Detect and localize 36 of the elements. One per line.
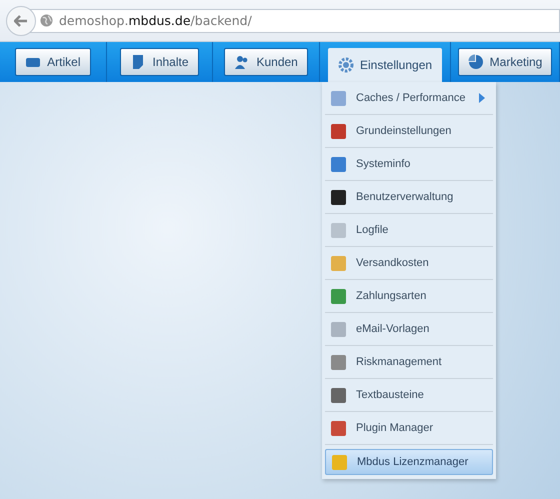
menu-item-icon [331,420,346,436]
address-field[interactable]: demoshop.mbdus.de/backend/ [30,8,560,32]
menu-item[interactable]: Logfile [325,214,493,247]
nav-tab[interactable]: Artikel [15,48,90,76]
menu-item-icon [331,354,346,370]
gear-icon [338,57,354,73]
menu-item-icon [331,90,346,106]
menu-item[interactable]: Caches / Performance [325,82,493,115]
pie-chart-icon [468,54,484,70]
menu-item-icon [332,454,347,470]
menu-item[interactable]: Systeminfo [325,148,493,181]
menu-item[interactable]: Benutzerverwaltung [325,181,493,214]
nav-tab[interactable]: Inhalte [120,48,199,76]
menu-item-icon [331,190,346,204]
nav-tab[interactable]: Marketing [458,48,552,76]
back-button[interactable] [6,6,36,36]
menu-item-icon [331,156,346,172]
url-text: demoshop.mbdus.de/backend/ [59,13,252,28]
menu-item[interactable]: Riskmanagement [325,346,493,379]
menu-item[interactable]: eMail-Vorlagen [325,313,493,346]
menu-item-icon [331,222,346,238]
menu-item-icon [331,322,346,336]
menu-item-icon [331,124,346,138]
menu-item[interactable]: Mbdus Lizenzmanager [325,449,493,475]
menu-item[interactable]: Versandkosten [325,247,493,280]
menu-item-icon [331,288,346,304]
back-arrow-icon [14,14,28,26]
nav-tab[interactable]: Kunden [224,48,308,76]
nav-tab[interactable]: Einstellungen [328,48,442,82]
menu-item-icon [331,388,346,402]
menu-item[interactable]: Textbausteine [325,379,493,412]
menu-item[interactable]: Zahlungsarten [325,280,493,313]
menu-item[interactable]: Plugin Manager [325,412,493,445]
menu-item[interactable]: Grundeinstellungen [325,115,493,148]
globe-icon [40,14,53,27]
menu-item-icon [331,256,346,270]
